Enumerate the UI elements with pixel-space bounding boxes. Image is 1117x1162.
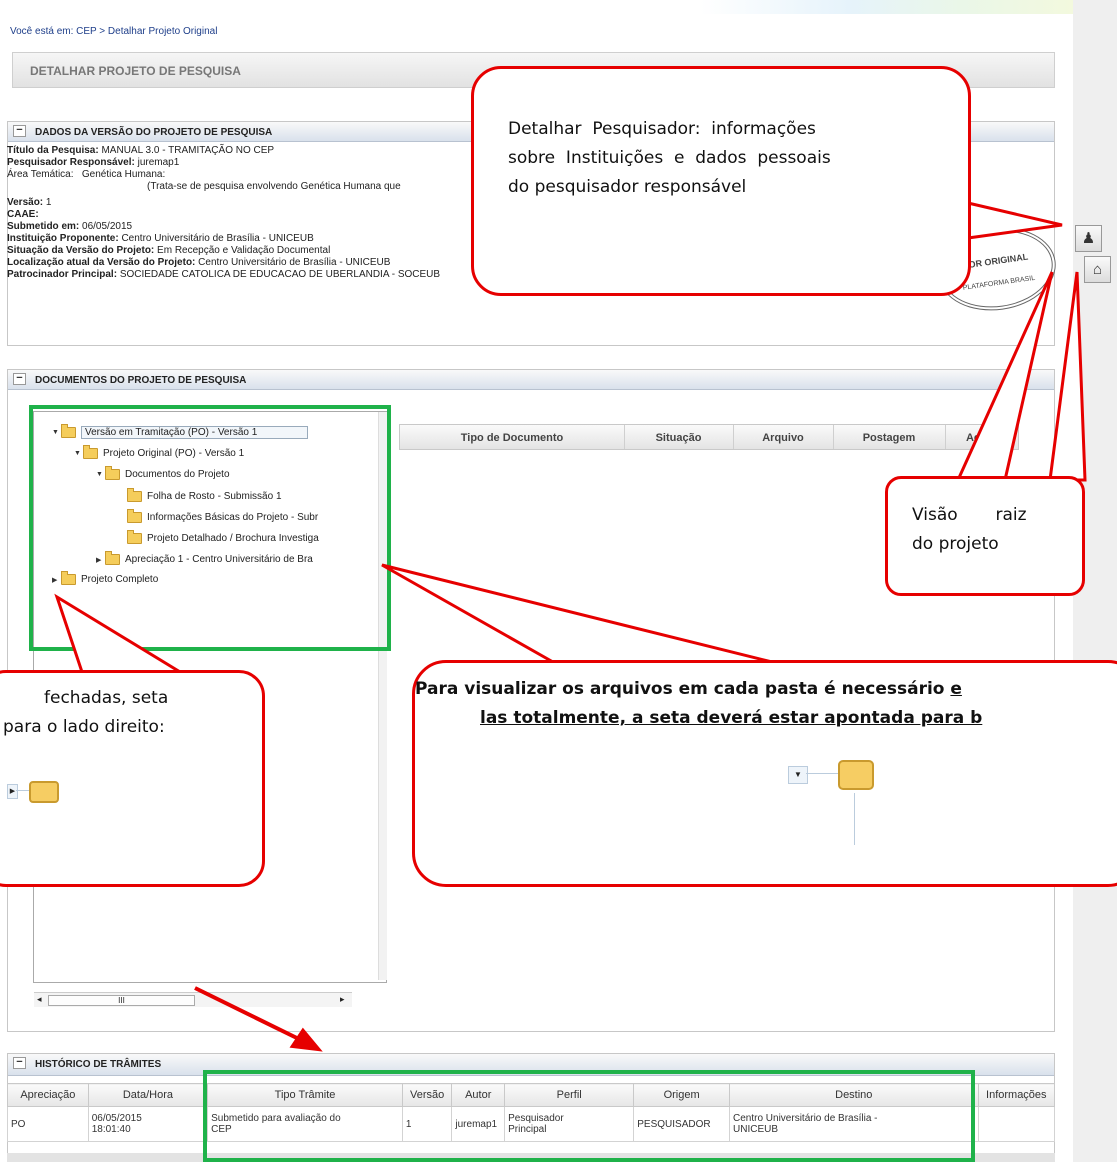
pointer-fechadas (54, 593, 191, 677)
callout-visao-raiz-text: Visão raiz do projeto (912, 505, 1027, 554)
pointer-raiz-1 (955, 271, 1054, 482)
callout-fechadas-text: fechadas, seta para o lado direito: (3, 688, 169, 737)
collapsed-arrow-icon: ▶ (7, 784, 18, 799)
callout-visualizar-text: Para visualizar os arquivos em cada past… (415, 679, 983, 728)
folder-icon (29, 781, 59, 803)
pointer-pesquisador (966, 201, 1063, 240)
expanded-arrow-icon: ▼ (788, 766, 808, 784)
pointer-visualizar (381, 563, 773, 664)
folder-icon (838, 760, 874, 790)
pointer-raiz-2 (1048, 271, 1087, 482)
callout-detalhar-pesquisador-text: Detalhar Pesquisador: informações sobre … (508, 119, 831, 197)
